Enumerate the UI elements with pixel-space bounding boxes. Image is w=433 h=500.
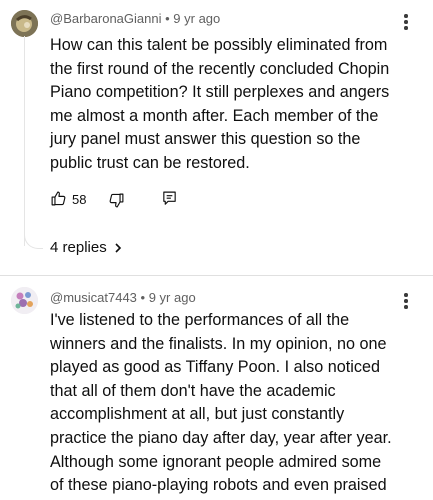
view-replies-button[interactable]: 4 replies: [50, 239, 123, 256]
comment-line: I've listened to the performances of all…: [50, 311, 350, 329]
thumbs-down-icon: [109, 193, 124, 208]
comment-author[interactable]: @BarbaronaGianni: [50, 11, 161, 26]
comment-line: How can this talent be possibly eliminat…: [50, 36, 388, 54]
avatar[interactable]: [11, 10, 38, 37]
comment-author[interactable]: @musicat7443: [50, 290, 137, 305]
like-button[interactable]: [50, 190, 67, 212]
comment-line: that all of them don't have the academic: [50, 381, 336, 400]
comment-line: winners and the finalists. In my opinion…: [50, 334, 387, 353]
comment-line: played as good as Tiffany Poon. I also n…: [50, 358, 380, 377]
comment-line: practice the piano day after day, year a…: [50, 428, 392, 447]
more-vertical-icon[interactable]: [400, 13, 412, 33]
comment-meta: @musicat7443 • 9 yr ago: [50, 290, 196, 305]
thread-connector: [24, 230, 43, 249]
meta-separator: •: [165, 11, 170, 26]
comment: @BarbaronaGianni • 9 yr ago How can this…: [0, 0, 433, 280]
like-count: 58: [72, 192, 87, 207]
comment-divider: [0, 275, 433, 276]
comment-text: How can this talent be possibly eliminat…: [50, 34, 428, 176]
reply-icon: [163, 191, 176, 205]
dislike-button[interactable]: [108, 192, 125, 214]
comment-line: accomplishment at all, but just constant…: [50, 405, 345, 424]
comment-age: 9 yr ago: [148, 290, 196, 305]
comment-line: public trust can be restored.: [50, 153, 250, 172]
thread-line: [24, 36, 25, 246]
reply-button[interactable]: [161, 190, 178, 212]
comment-line: Piano competition? It still perplexes an…: [50, 83, 390, 102]
meta-separator: •: [140, 290, 146, 305]
comment-line: Although some ignorant people admired so…: [50, 452, 382, 471]
comment-meta: @BarbaronaGianni • 9 yr ago: [50, 11, 220, 26]
comment-line: the first round of the recently conclude…: [50, 59, 390, 78]
thumbs-up-icon: [51, 191, 66, 206]
comment-line: of these piano-playing robots and even p…: [50, 476, 387, 495]
comment-text: I've listened to the performances of all…: [50, 309, 428, 498]
comment: @musicat7443 • 9 yr ago I've listened to…: [0, 280, 433, 500]
replies-label: 4 replies: [50, 239, 107, 256]
comment-age: 9 yr ago: [173, 11, 221, 26]
comment-line: me almost a month after. Each member of …: [50, 106, 379, 125]
comment-line: jury panel must answer this question so …: [50, 130, 361, 149]
avatar[interactable]: [11, 287, 38, 314]
chevron-right-icon: [115, 242, 121, 253]
